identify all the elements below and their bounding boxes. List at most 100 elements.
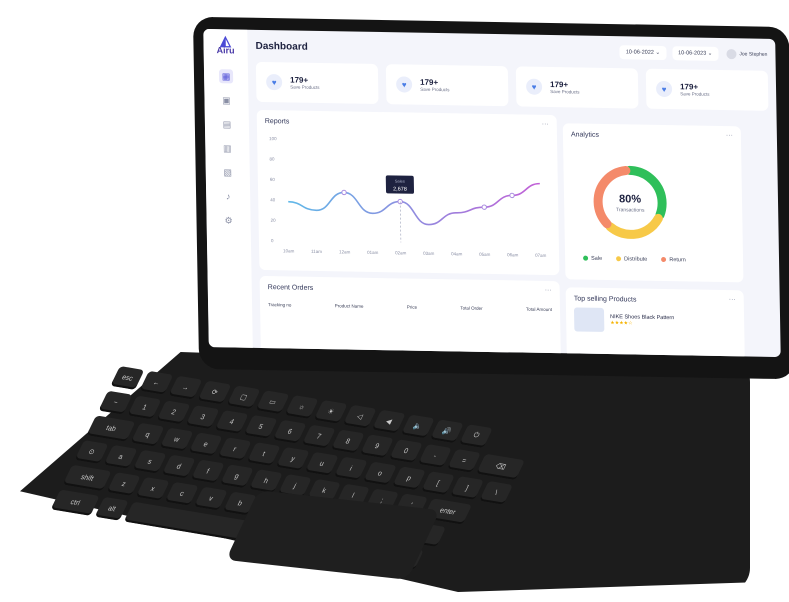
stat-card[interactable]: ♥ 179+ Save Products — [645, 68, 769, 111]
keyboard-key[interactable]: 0 — [388, 439, 423, 464]
column-header[interactable]: Product Name — [335, 303, 364, 309]
bell-icon[interactable]: ♪ — [221, 189, 235, 203]
keyboard-key[interactable]: ctrl — [50, 489, 100, 516]
reports-line-chart: 0 20 40 60 80 100 10am 11am 12am 01am 02am 03am 04am… — [269, 136, 547, 258]
keyboard-key[interactable]: z — [106, 472, 141, 496]
keyboard-key[interactable]: 🔈 — [400, 414, 435, 439]
keyboard-key[interactable]: ← — [139, 370, 174, 395]
keyboard-key[interactable]: ▭ — [255, 390, 290, 415]
keyboard-key[interactable]: f — [190, 459, 225, 484]
logo[interactable]: ◭ Airu — [214, 32, 236, 59]
keyboard-key[interactable]: u — [304, 451, 339, 476]
orders-table-header: Tracking no Product Name Price Total Ord… — [268, 302, 552, 312]
keyboard-key[interactable]: tab — [86, 415, 136, 442]
calendar-icon[interactable]: ▧ — [221, 165, 235, 179]
keyboard-key[interactable]: ▢ — [226, 385, 261, 410]
keyboard-key[interactable]: a — [103, 444, 138, 469]
data-point[interactable] — [481, 204, 487, 210]
keyboard-key[interactable]: 5 — [243, 414, 278, 439]
keyboard-key[interactable]: i — [333, 456, 368, 481]
legend-dot — [583, 255, 589, 261]
keyboard-key[interactable]: y — [275, 446, 310, 471]
keyboard-key[interactable]: e — [188, 432, 223, 457]
column-header[interactable]: Total Amount — [526, 307, 552, 312]
column-header[interactable]: Price — [407, 305, 417, 310]
keyboard-key[interactable]: p — [392, 466, 426, 491]
keyboard-key[interactable]: 🔊 — [429, 419, 464, 444]
user-profile[interactable]: Joe Stephen — [726, 49, 768, 60]
keyboard-key[interactable]: w — [159, 427, 194, 452]
keyboard-key[interactable]: ◁ — [342, 404, 377, 429]
keyboard-key[interactable]: 1 — [127, 395, 162, 420]
keyboard-key[interactable]: → — [168, 375, 203, 400]
y-tick-label: 0 — [271, 238, 274, 243]
heart-icon: ♥ — [655, 80, 673, 98]
x-tick-label: 02am — [395, 250, 407, 255]
column-header[interactable]: Tracking no — [268, 302, 291, 307]
keyboard-key[interactable]: ] — [450, 476, 484, 500]
keyboard-key[interactable]: v — [193, 486, 228, 511]
top-selling-menu-icon[interactable]: ··· — [729, 296, 736, 303]
keyboard-key[interactable]: ⌫ — [476, 453, 525, 481]
user-name: Joe Stephen — [739, 51, 768, 58]
dashboard-grid-icon[interactable]: ▦ — [218, 69, 234, 84]
keyboard-key[interactable]: - — [417, 444, 452, 468]
column-header[interactable]: Total Order — [460, 305, 482, 310]
stat-card[interactable]: ♥ 179+ Save Products — [515, 66, 639, 109]
keyboard-key[interactable]: ◀ — [371, 409, 406, 434]
keyboard-key[interactable]: c — [164, 481, 199, 506]
keyboard-key[interactable]: ⏻ — [458, 424, 493, 449]
documents-icon[interactable]: ▥ — [220, 141, 234, 155]
keyboard-key[interactable]: \ — [479, 480, 514, 505]
keyboard-key[interactable]: ~ — [98, 390, 133, 415]
product-item[interactable]: NIKE Shoes Black Pattern ★★★★☆ — [573, 307, 675, 333]
keyboard-key[interactable]: 7 — [301, 424, 336, 449]
keyboard-key[interactable]: r — [217, 437, 252, 462]
keyboard-key[interactable]: s — [132, 449, 167, 474]
keyboard-key[interactable]: ☼ — [284, 395, 319, 419]
heart-icon: ♥ — [266, 74, 283, 91]
y-tick-label: 20 — [271, 218, 277, 223]
keyboard-key[interactable]: x — [135, 476, 170, 501]
date-from-select[interactable]: 10-06-2022 ⌄ — [619, 45, 667, 61]
data-point[interactable] — [509, 192, 515, 199]
logo-mark-icon: ◭ — [219, 32, 231, 49]
keyboard-key[interactable]: t — [246, 442, 281, 466]
orders-icon[interactable]: ▣ — [219, 93, 233, 107]
keyboard-key[interactable]: esc — [110, 366, 145, 390]
keyboard-key[interactable]: shift — [62, 464, 112, 492]
products-icon[interactable]: ▤ — [220, 117, 234, 131]
page-title: Dashboard — [255, 40, 308, 53]
keyboard-key[interactable]: d — [161, 454, 196, 479]
keyboard-key[interactable]: 2 — [156, 400, 191, 425]
keyboard-key[interactable]: h — [248, 469, 283, 493]
keyboard-key[interactable]: [ — [421, 471, 455, 496]
stat-card[interactable]: ♥ 179+ Save Products — [385, 64, 509, 107]
series-line — [288, 182, 540, 226]
keyboard-key[interactable]: q — [130, 422, 165, 447]
keyboard-key[interactable]: 8 — [330, 429, 365, 454]
legend-dot — [616, 256, 622, 262]
orders-menu-icon[interactable]: ··· — [545, 287, 552, 294]
screen: ◭ Airu ▦ ▣ ▤ ▥ ▧ ♪ ⚙ Dashboard 10-06-202… — [203, 28, 781, 358]
stat-card[interactable]: ♥ 179+ Save Products — [255, 61, 379, 105]
legend-label: Return — [669, 257, 686, 264]
keyboard-key[interactable]: alt — [94, 496, 129, 521]
keyboard-key[interactable]: 4 — [214, 410, 249, 434]
keyboard-key[interactable]: ☀ — [313, 399, 348, 424]
x-tick-label: 11am — [311, 249, 322, 254]
keyboard-key[interactable]: ⟳ — [197, 380, 232, 405]
keyboard-key[interactable]: o — [362, 461, 397, 486]
data-point[interactable] — [341, 189, 347, 196]
keyboard-key[interactable]: g — [219, 464, 254, 489]
sidebar: ◭ Airu ▦ ▣ ▤ ▥ ▧ ♪ ⚙ — [203, 28, 253, 354]
keyboard-key[interactable]: 9 — [359, 434, 394, 459]
keyboard-key[interactable]: = — [447, 448, 481, 473]
gear-icon[interactable]: ⚙ — [221, 213, 235, 227]
legend-item: Distribute — [616, 256, 647, 263]
keyboard-key[interactable]: 3 — [185, 405, 220, 430]
date-to-select[interactable]: 10-06-2023 ⌄ — [671, 46, 719, 61]
y-tick-label: 100 — [269, 136, 277, 141]
y-tick-label: 40 — [270, 197, 276, 202]
keyboard-key[interactable]: 6 — [272, 419, 307, 444]
